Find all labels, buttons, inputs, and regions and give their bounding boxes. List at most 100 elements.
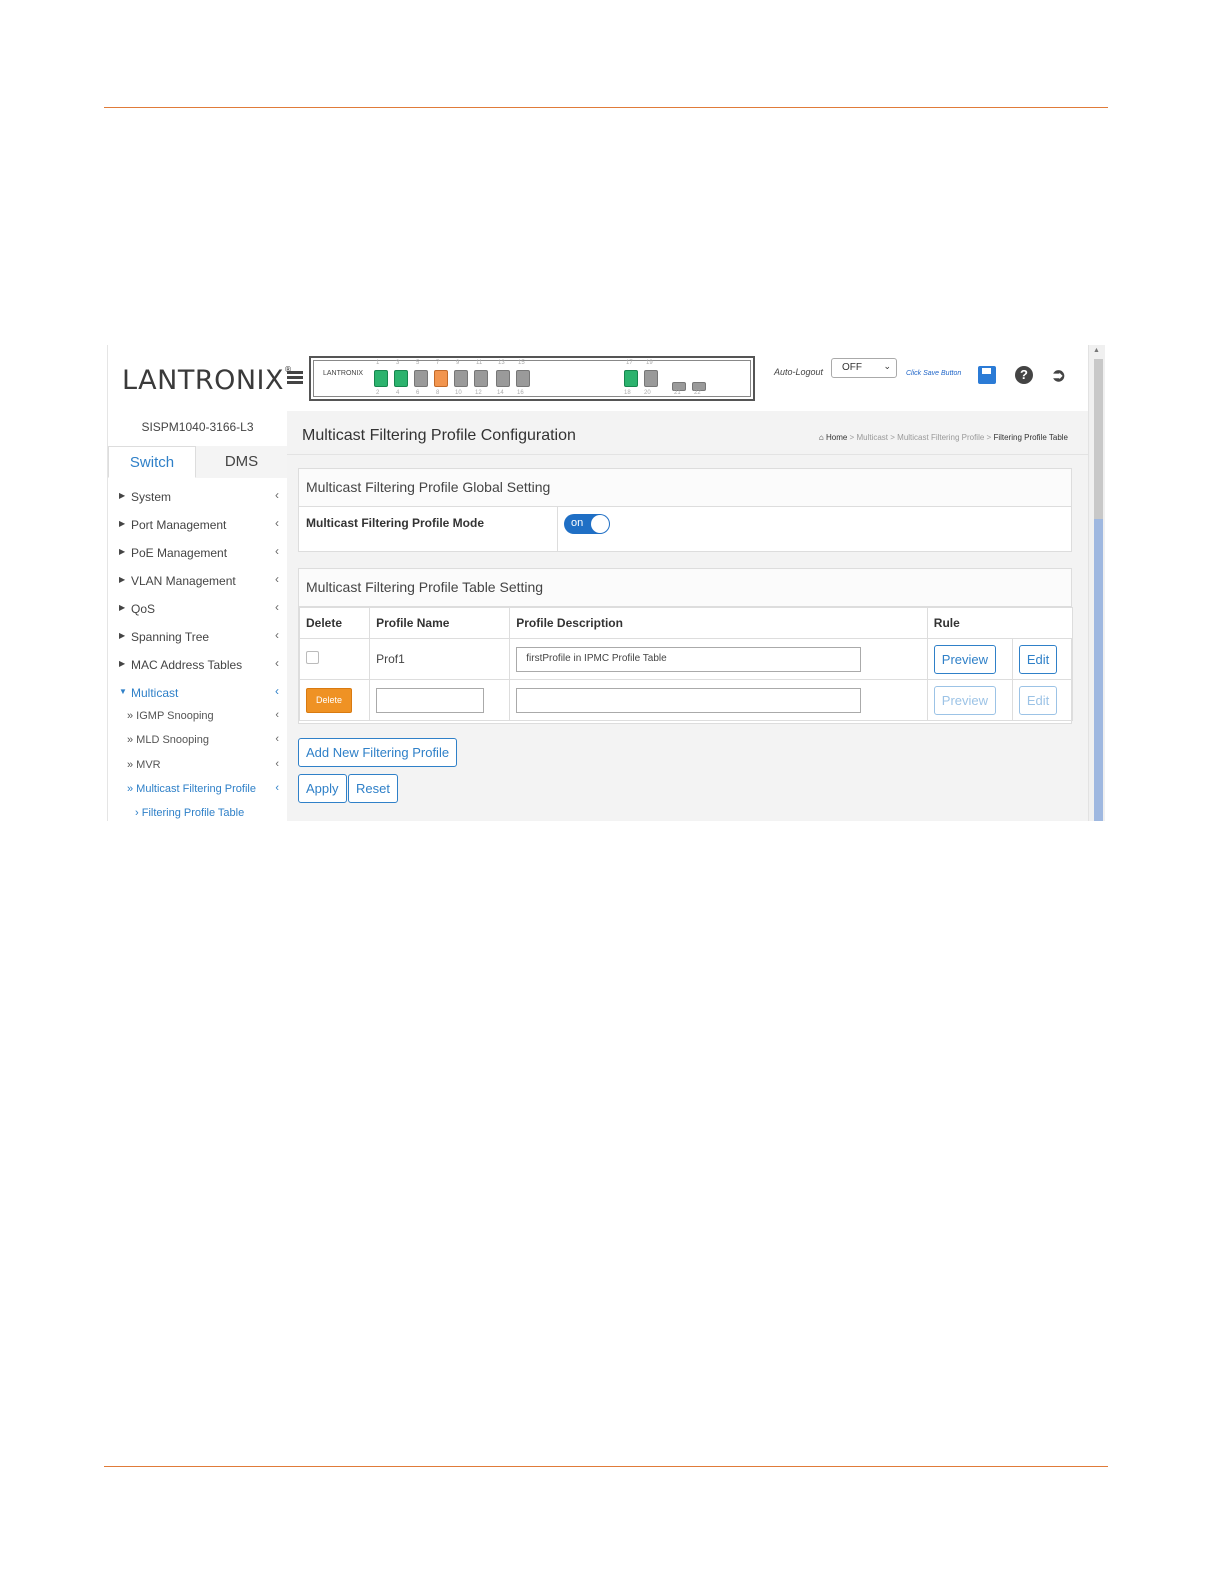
port-2[interactable] — [394, 370, 408, 387]
sidebar-subitem-igmp-snooping[interactable]: » IGMP Snooping ‹ — [108, 706, 287, 728]
breadcrumb-separator: > — [849, 433, 855, 442]
sidebar-subitem-label: » Multicast Filtering Profile — [127, 783, 256, 795]
chevron-left-icon: ‹ — [275, 782, 279, 794]
sidebar-item-spanning-tree[interactable]: ▶ Spanning Tree ‹ — [108, 626, 287, 650]
sfp-port-2[interactable] — [644, 370, 658, 387]
chevron-left-icon: ‹ — [275, 600, 279, 614]
logo-text: LANTRONIX — [122, 365, 284, 396]
port-number-label: 16 — [517, 390, 524, 396]
edit-button[interactable]: Edit — [1018, 644, 1058, 674]
port-number-label: 2 — [376, 390, 380, 396]
reset-button[interactable]: Reset — [348, 774, 398, 803]
chevron-left-icon: ‹ — [275, 544, 279, 558]
switch-front-panel: LANTRONIX 1 3 5 7 9 11 13 15 17 19 2 4 6 8 10 12 14 16 18 2… — [309, 356, 755, 401]
toggle-knob — [591, 515, 609, 533]
mode-toggle[interactable]: on — [564, 514, 610, 534]
sidebar-item-multicast[interactable]: ▼ Multicast ‹ — [108, 682, 287, 706]
sidebar-tabs: Switch DMS — [108, 446, 287, 478]
port-number-label: 12 — [475, 390, 482, 396]
sidebar-item-system[interactable]: ▶ System ‹ — [108, 486, 287, 510]
chevron-left-icon: ‹ — [275, 758, 279, 770]
preview-button[interactable]: Preview — [933, 644, 997, 674]
breadcrumb-separator: > — [986, 433, 992, 442]
caret-right-icon: ▶ — [119, 631, 126, 640]
port-6[interactable] — [474, 370, 488, 387]
chevron-left-icon: ‹ — [275, 488, 279, 502]
chevron-left-icon: ‹ — [275, 516, 279, 530]
logout-icon[interactable]: ➲ — [1051, 366, 1066, 384]
port-number-label: 10 — [455, 390, 462, 396]
port-number-label: 6 — [416, 390, 420, 396]
sidebar-subitem-mvr[interactable]: » MVR ‹ — [108, 755, 287, 777]
sidebar-item-label: Spanning Tree — [131, 630, 210, 644]
edit-button-disabled: Edit — [1018, 685, 1058, 715]
breadcrumb-current: Filtering Profile Table — [993, 433, 1068, 442]
breadcrumb-home[interactable]: Home — [826, 433, 847, 442]
menu-icon[interactable] — [287, 371, 303, 385]
port-7[interactable] — [496, 370, 510, 387]
port-number-label: 5 — [416, 360, 420, 366]
breadcrumb-mfp[interactable]: Multicast Filtering Profile — [897, 433, 984, 442]
global-setting-heading: Multicast Filtering Profile Global Setti… — [299, 469, 1071, 507]
col-profile-description: Profile Description — [509, 607, 928, 639]
port-number-label: 1 — [376, 360, 380, 366]
breadcrumb-separator: > — [890, 433, 895, 442]
col-profile-name: Profile Name — [369, 607, 511, 639]
help-icon[interactable]: ? — [1015, 366, 1033, 384]
port-number-label: 7 — [436, 360, 440, 366]
sidebar-subitem-filtering-profile-table[interactable]: › Filtering Profile Table — [108, 804, 287, 821]
port-5[interactable] — [454, 370, 468, 387]
sidebar-item-label: QoS — [131, 602, 156, 616]
port-number-label: 20 — [644, 390, 651, 396]
col-delete: Delete — [298, 607, 371, 639]
profile-description-input[interactable]: firstProfile in IPMC Profile Table — [516, 646, 862, 672]
sidebar-item-label: PoE Management — [131, 546, 228, 560]
port-4[interactable] — [434, 370, 448, 387]
profile-table: Delete Profile Name Profile Description … — [298, 607, 1074, 721]
sidebar-item-poe-management[interactable]: ▶ PoE Management ‹ — [108, 542, 287, 566]
scrollbar-thumb[interactable] — [1094, 519, 1103, 821]
sfp-port-1[interactable] — [624, 370, 638, 387]
table-setting-panel: Multicast Filtering Profile Table Settin… — [298, 568, 1074, 724]
save-icon[interactable] — [978, 366, 996, 384]
sidebar-item-mac-address-tables[interactable]: ▶ MAC Address Tables ‹ — [108, 654, 287, 678]
sidebar-item-port-management[interactable]: ▶ Port Management ‹ — [108, 514, 287, 538]
chevron-left-icon: ‹ — [275, 656, 279, 670]
add-new-filtering-profile-button[interactable]: Add New Filtering Profile — [298, 738, 458, 767]
home-icon: ⌂ — [818, 433, 824, 442]
port-number-label: 3 — [396, 360, 400, 366]
sidebar-subitem-multicast-filtering-profile[interactable]: » Multicast Filtering Profile ‹ — [108, 779, 287, 801]
panel-logo: LANTRONIX — [323, 370, 364, 377]
tab-dms[interactable]: DMS — [196, 446, 287, 478]
apply-button[interactable]: Apply — [298, 774, 347, 803]
port-number-label: 4 — [396, 390, 400, 396]
delete-checkbox[interactable] — [306, 651, 319, 664]
new-profile-name-input[interactable] — [376, 687, 485, 713]
sidebar-item-vlan-management[interactable]: ▶ VLAN Management ‹ — [108, 570, 287, 594]
new-profile-description-input[interactable] — [516, 687, 862, 713]
chevron-left-icon: ‹ — [275, 628, 279, 642]
port-8[interactable] — [516, 370, 530, 387]
sidebar-subitem-mld-snooping[interactable]: » MLD Snooping ‹ — [108, 730, 287, 752]
breadcrumb: ⌂ Home > Multicast > Multicast Filtering… — [819, 433, 1068, 442]
sidebar-subitem-label: » IGMP Snooping — [127, 710, 214, 722]
delete-button[interactable]: Delete — [306, 687, 352, 713]
chevron-left-icon: ‹ — [275, 572, 279, 586]
profile-name-cell: Prof1 — [369, 638, 511, 680]
port-1[interactable] — [374, 370, 388, 387]
port-number-label: 13 — [498, 360, 505, 366]
auto-logout-select[interactable]: OFF ⌄ — [831, 358, 897, 378]
chevron-left-icon: ‹ — [275, 684, 279, 698]
caret-down-icon: ▼ — [119, 687, 127, 696]
breadcrumb-multicast[interactable]: Multicast — [856, 433, 888, 442]
port-3[interactable] — [414, 370, 428, 387]
save-hint: Click Save Button — [906, 370, 962, 377]
tab-switch[interactable]: Switch — [108, 446, 196, 478]
vertical-scrollbar[interactable]: ▲ — [1088, 345, 1105, 821]
sidebar-item-label: Multicast — [131, 686, 179, 700]
table-setting-heading: Multicast Filtering Profile Table Settin… — [299, 569, 1071, 607]
sidebar-item-qos[interactable]: ▶ QoS ‹ — [108, 598, 287, 622]
scroll-up-icon[interactable]: ▲ — [1093, 347, 1100, 354]
port-number-label: 17 — [626, 360, 633, 366]
top-header: LANTRONIX® LANTRONIX 1 3 5 7 9 11 13 15 17 19 2 4 6 8… — [108, 345, 1088, 411]
